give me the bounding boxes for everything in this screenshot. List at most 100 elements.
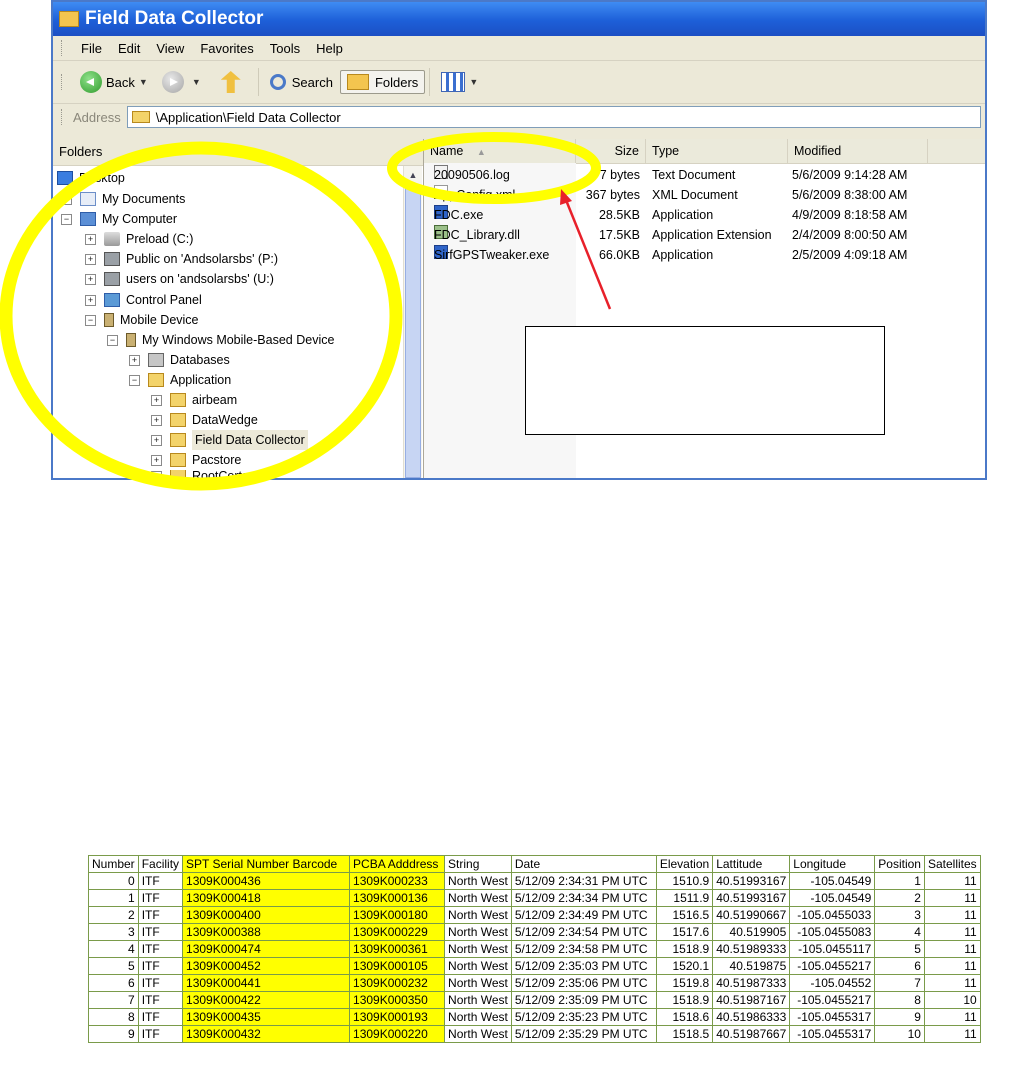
menu-tools[interactable]: Tools bbox=[262, 41, 308, 56]
tree-item-windows-mobile-device[interactable]: − My Windows Mobile-Based Device bbox=[107, 330, 334, 350]
table-row: 2 ITF 1309K000400 1309K000180 North West 5/12… bbox=[88, 906, 981, 924]
folder-icon bbox=[131, 111, 150, 123]
menu-help[interactable]: Help bbox=[308, 41, 351, 56]
tree-item-desktop[interactable]: Desktop bbox=[57, 168, 125, 188]
folder-icon bbox=[170, 453, 186, 467]
cell-facility: ITF bbox=[137, 1025, 184, 1043]
file-row[interactable]: 20090506.log 7 bytes Text Document 5/6/2… bbox=[424, 165, 985, 185]
cell-spt-serial: 1309K000432 bbox=[182, 1025, 351, 1043]
tree-item-field-data-collector[interactable]: + Field Data Collector bbox=[151, 430, 308, 450]
expand-icon[interactable]: + bbox=[129, 354, 140, 366]
expand-icon[interactable]: + bbox=[85, 253, 96, 265]
cell-facility: ITF bbox=[137, 889, 184, 907]
file-size: 367 bytes bbox=[585, 188, 640, 202]
cell-position: 9 bbox=[874, 1008, 925, 1026]
search-button[interactable]: Search bbox=[263, 70, 340, 94]
address-label: Address bbox=[73, 109, 121, 125]
scroll-up-icon[interactable]: ▲ bbox=[404, 166, 422, 184]
tree-item-my-documents[interactable]: + My Documents bbox=[61, 189, 185, 209]
expand-icon[interactable]: + bbox=[151, 470, 162, 478]
file-row[interactable]: FDC.exe 28.5KB Application 4/9/2009 8:18… bbox=[424, 205, 985, 225]
cell-satellites: 11 bbox=[923, 923, 981, 941]
tree-item-pacstore[interactable]: + Pacstore bbox=[151, 450, 241, 470]
table-row: 9 ITF 1309K000432 1309K000220 North West 5/12… bbox=[88, 1025, 981, 1043]
cell-position: 4 bbox=[874, 923, 925, 941]
cell-pcba-address: 1309K000233 bbox=[349, 872, 446, 890]
cell-number: 4 bbox=[88, 940, 139, 958]
tree-item-application[interactable]: − Application bbox=[129, 370, 231, 390]
cell-pcba-address: 1309K000232 bbox=[349, 974, 446, 992]
file-row[interactable]: SirfGPSTweaker.exe 66.0KB Application 2/… bbox=[424, 245, 985, 265]
table-row: 1 ITF 1309K000418 1309K000136 North West 5/12… bbox=[88, 889, 981, 907]
menu-file[interactable]: File bbox=[73, 41, 110, 56]
header-date: Date bbox=[510, 855, 657, 873]
tree-item-public[interactable]: + Public on 'Andsolarsbs' (P:) bbox=[85, 249, 278, 269]
folders-button[interactable]: Folders bbox=[339, 70, 426, 94]
tree-item-users[interactable]: + users on 'andsolarsbs' (U:) bbox=[85, 269, 274, 289]
menu-favorites[interactable]: Favorites bbox=[192, 41, 261, 56]
cell-pcba-address: 1309K000180 bbox=[349, 906, 446, 924]
collapse-icon[interactable]: − bbox=[61, 213, 72, 225]
tree-item-airbeam[interactable]: + airbeam bbox=[151, 390, 237, 410]
expand-icon[interactable]: + bbox=[85, 233, 96, 245]
scrollbar-thumb[interactable] bbox=[405, 188, 421, 478]
menu-view[interactable]: View bbox=[148, 41, 192, 56]
collapse-icon[interactable]: − bbox=[107, 334, 118, 346]
cell-longitude: -105.0455033 bbox=[789, 906, 876, 924]
cell-position: 2 bbox=[874, 889, 925, 907]
dropdown-arrow-icon[interactable]: ▼ bbox=[192, 77, 201, 87]
cell-date: 5/12/09 2:35:06 PM UTC bbox=[510, 974, 657, 992]
up-button[interactable] bbox=[208, 67, 254, 97]
toolbar-separator bbox=[429, 68, 431, 96]
file-type: XML Document bbox=[652, 188, 738, 202]
address-input[interactable]: \Application\Field Data Collector bbox=[126, 106, 981, 128]
column-size[interactable]: Size bbox=[576, 139, 646, 163]
file-type: Text Document bbox=[652, 168, 736, 182]
cell-position: 6 bbox=[874, 957, 925, 975]
expand-icon[interactable]: + bbox=[85, 294, 96, 306]
tree-scrollbar[interactable]: ▲ bbox=[403, 166, 422, 478]
cell-number: 8 bbox=[88, 1008, 139, 1026]
data-table: Number Facility SPT Serial Number Barcod… bbox=[88, 855, 981, 1043]
expand-icon[interactable]: + bbox=[151, 434, 162, 446]
file-size: 7 bytes bbox=[599, 168, 640, 182]
back-button[interactable]: Back ▼ bbox=[73, 67, 155, 97]
column-type[interactable]: Type bbox=[646, 139, 788, 163]
network-drive-icon bbox=[104, 252, 120, 266]
expand-icon[interactable]: + bbox=[85, 273, 96, 285]
tree-item-datawedge[interactable]: + DataWedge bbox=[151, 410, 258, 430]
views-icon bbox=[441, 72, 466, 92]
column-name[interactable]: Name ▲ bbox=[424, 139, 576, 163]
cell-satellites: 11 bbox=[923, 889, 981, 907]
views-button[interactable]: ▼ bbox=[434, 68, 485, 96]
tree-item-rootcerts[interactable]: + RootCerts bbox=[151, 470, 248, 478]
collapse-icon[interactable]: − bbox=[85, 314, 96, 326]
callout-box bbox=[525, 326, 885, 435]
cell-spt-serial: 1309K000452 bbox=[182, 957, 351, 975]
cell-date: 5/12/09 2:35:23 PM UTC bbox=[510, 1008, 657, 1026]
tree-item-control-panel[interactable]: + Control Panel bbox=[85, 290, 202, 310]
tree-item-databases[interactable]: + Databases bbox=[129, 350, 230, 370]
cell-string: North West bbox=[444, 906, 512, 924]
expand-icon[interactable]: + bbox=[61, 193, 72, 205]
tree-item-label: My Windows Mobile-Based Device bbox=[142, 333, 335, 347]
cell-spt-serial: 1309K000441 bbox=[182, 974, 351, 992]
forward-button[interactable]: ▼ bbox=[155, 67, 208, 97]
cell-spt-serial: 1309K000436 bbox=[182, 872, 351, 890]
dropdown-arrow-icon[interactable]: ▼ bbox=[139, 77, 148, 87]
file-row[interactable]: AppConfig.xml 367 bytes XML Document 5/6… bbox=[424, 185, 985, 205]
expand-icon[interactable]: + bbox=[151, 414, 162, 426]
expand-icon[interactable]: + bbox=[151, 394, 162, 406]
title-bar[interactable]: Field Data Collector bbox=[53, 2, 985, 36]
cell-satellites: 11 bbox=[923, 957, 981, 975]
tree-item-label: My Documents bbox=[102, 192, 186, 206]
file-row[interactable]: FDC_Library.dll 17.5KB Application Exten… bbox=[424, 225, 985, 245]
menu-edit[interactable]: Edit bbox=[110, 41, 148, 56]
table-row: 8 ITF 1309K000435 1309K000193 North West 5/12… bbox=[88, 1008, 981, 1026]
tree-item-preload[interactable]: + Preload (C:) bbox=[85, 229, 193, 249]
column-modified[interactable]: Modified bbox=[788, 139, 928, 163]
expand-icon[interactable]: + bbox=[151, 454, 162, 466]
tree-item-mobile-device[interactable]: − Mobile Device bbox=[85, 310, 199, 330]
tree-item-my-computer[interactable]: − My Computer bbox=[61, 209, 177, 229]
collapse-icon[interactable]: − bbox=[129, 374, 140, 386]
